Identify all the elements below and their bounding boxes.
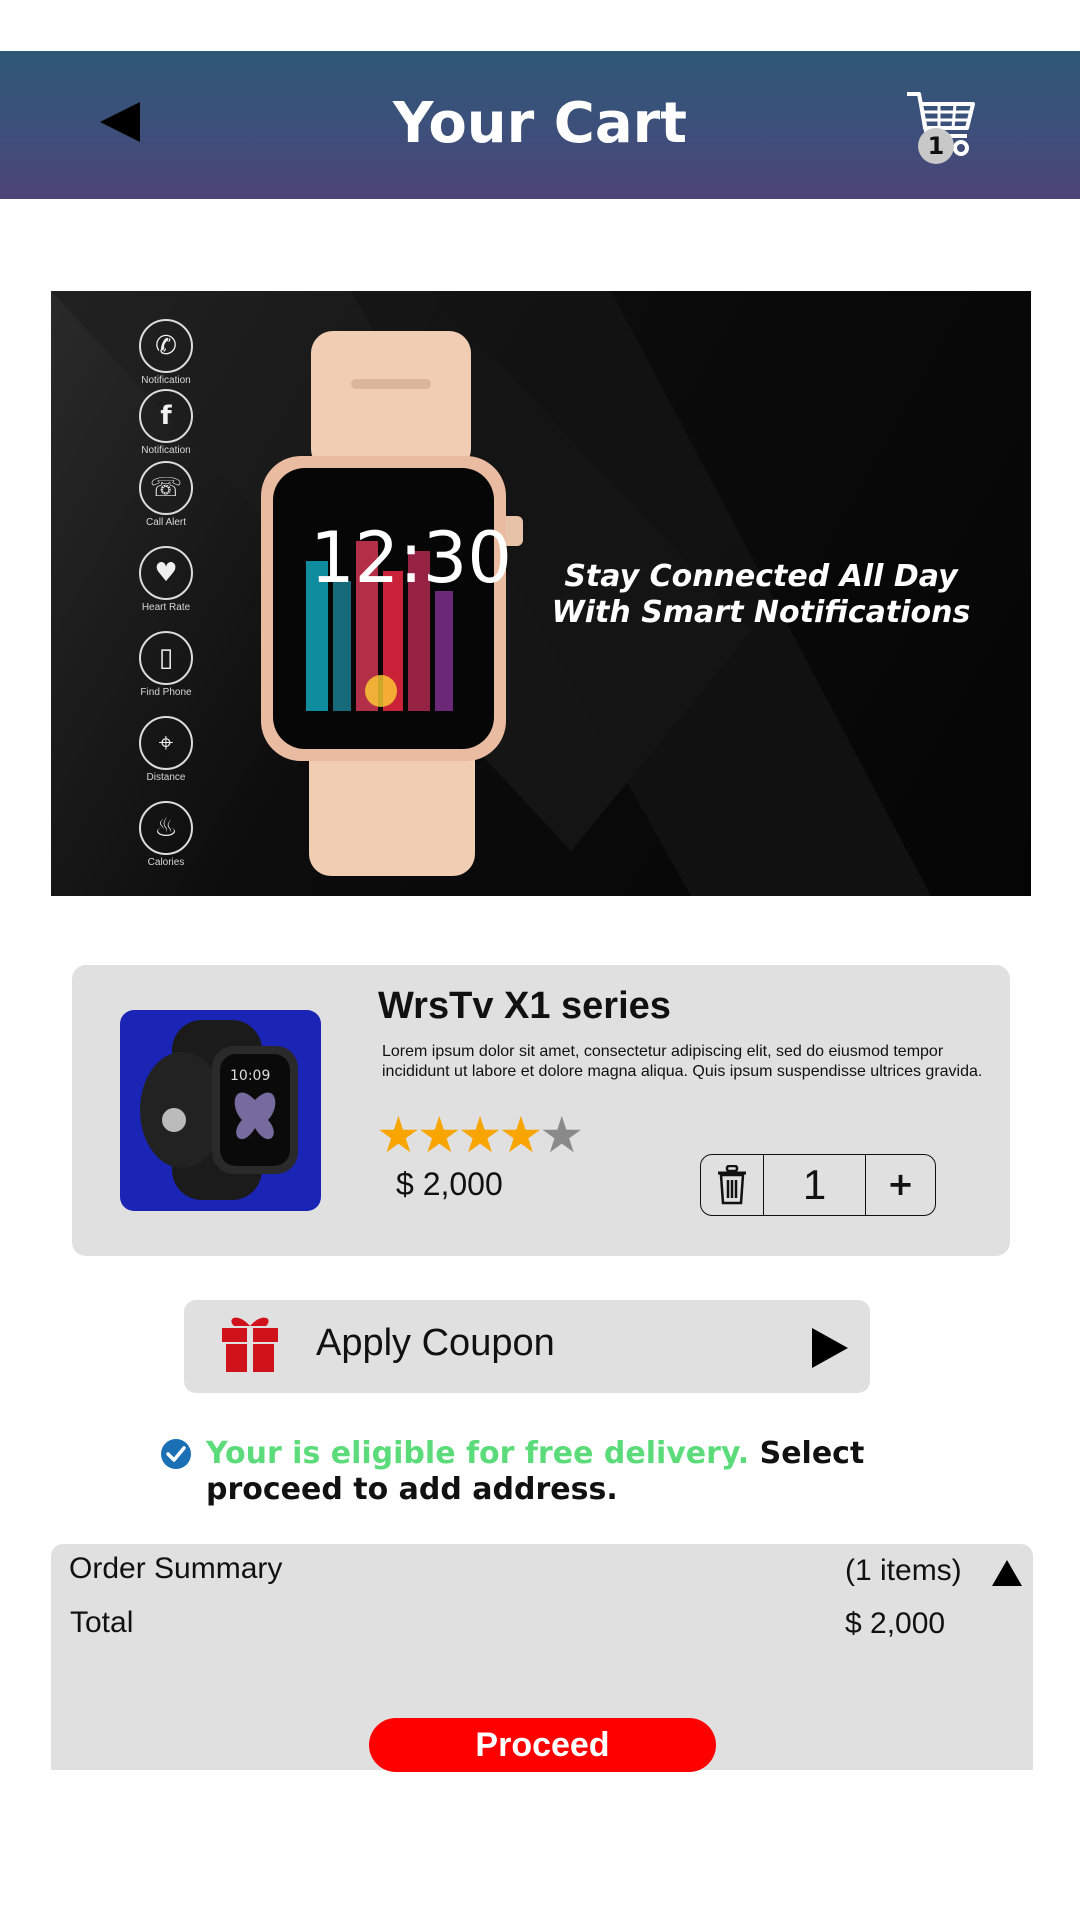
- thumbnail-time: 10:09: [230, 1068, 271, 1084]
- banner-tagline: Stay Connected All Day With Smart Notifi…: [551, 559, 971, 630]
- product-description: Lorem ipsum dolor sit amet, consectetur …: [382, 1043, 983, 1080]
- feature-heart-rate: ♥ Heart Rate: [131, 546, 201, 613]
- product-thumbnail[interactable]: 10:09: [120, 1010, 321, 1211]
- product-rating: ★★★★★: [376, 1106, 584, 1164]
- star-filled-icon: ★: [498, 1106, 543, 1164]
- whatsapp-icon: ✆: [139, 319, 193, 373]
- collapse-summary-icon[interactable]: [990, 1558, 1024, 1588]
- heart-rate-icon: ♥: [139, 546, 193, 600]
- total-value: $ 2,000: [845, 1607, 946, 1640]
- product-price: $ 2,000: [396, 1166, 503, 1202]
- quantity-value: 1: [764, 1155, 866, 1215]
- check-circle-icon: [161, 1439, 191, 1469]
- order-summary-label: Order Summary: [69, 1552, 283, 1585]
- watch-time: 12:30: [310, 517, 512, 599]
- feature-distance: ⌖ Distance: [131, 716, 201, 783]
- cart-count-badge: 1: [918, 128, 954, 164]
- star-filled-icon: ★: [416, 1106, 462, 1164]
- increase-quantity-button[interactable]: +: [866, 1155, 935, 1215]
- feature-calories: ♨ Calories: [131, 801, 201, 868]
- feature-notification-facebook: f Notification: [131, 389, 201, 456]
- feature-call-alert: ☏ Call Alert: [131, 461, 201, 528]
- star-filled-icon: ★: [376, 1106, 421, 1164]
- proceed-button[interactable]: Proceed: [369, 1718, 716, 1772]
- gift-icon: [222, 1317, 278, 1372]
- promo-banner: 12:30 ✆ Notification f Notification ☏ Ca…: [51, 291, 1031, 896]
- flame-icon: ♨: [139, 801, 193, 855]
- free-delivery-highlight: Your is eligible for free delivery.: [206, 1436, 750, 1471]
- product-title[interactable]: WrsTv X1 series: [378, 985, 671, 1028]
- trash-icon: [718, 1165, 746, 1205]
- total-label: Total: [70, 1606, 134, 1639]
- star-filled-icon: ★: [457, 1106, 503, 1164]
- feature-find-phone: ▯ Find Phone: [131, 631, 201, 698]
- apply-coupon-label: Apply Coupon: [316, 1322, 555, 1364]
- phone-icon: ☏: [139, 461, 193, 515]
- order-item-count: (1 items): [845, 1554, 962, 1587]
- feature-notification-whatsapp: ✆ Notification: [131, 319, 201, 386]
- delete-item-button[interactable]: [701, 1155, 764, 1215]
- facebook-icon: f: [139, 389, 193, 443]
- black-smartwatch-image: [140, 1020, 298, 1200]
- distance-icon: ⌖: [139, 716, 193, 770]
- star-empty-icon: ★: [539, 1106, 584, 1164]
- chevron-right-icon: [812, 1328, 848, 1368]
- quantity-stepper: 1 +: [700, 1154, 936, 1216]
- find-phone-icon: ▯: [139, 631, 193, 685]
- free-delivery-message: Your is eligible for free delivery. Sele…: [206, 1436, 966, 1508]
